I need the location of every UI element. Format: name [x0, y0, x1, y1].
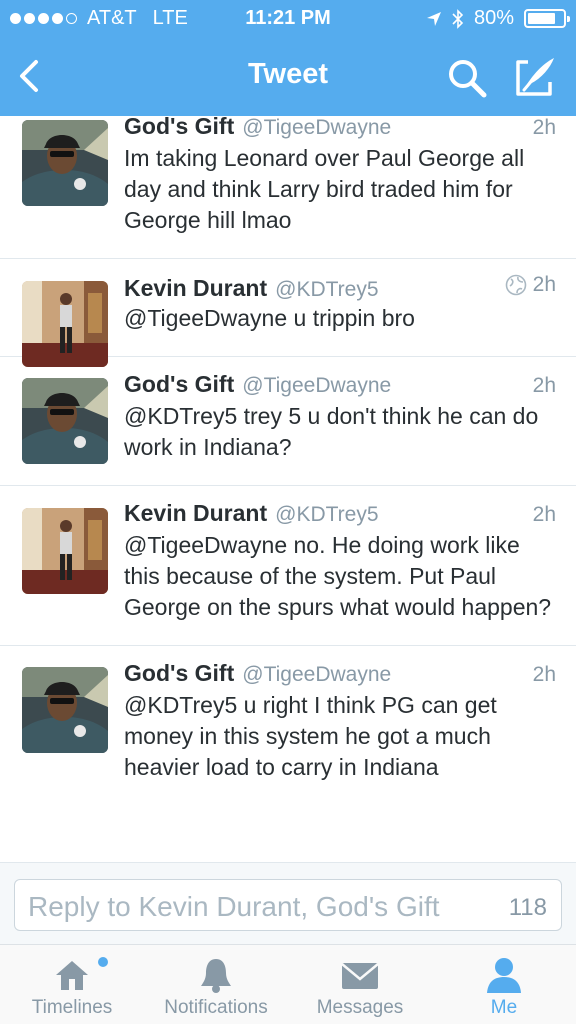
reply-bar: Reply to Kevin Durant, God's Gift 118: [0, 862, 576, 944]
reply-placeholder: Reply to Kevin Durant, God's Gift: [28, 891, 440, 922]
top-bar: AT&T LTE 11:21 PM 80% Tweet: [0, 0, 576, 116]
battery-fill: [528, 13, 556, 24]
bell-icon: [201, 959, 231, 993]
timestamp: 2h: [532, 116, 556, 139]
tab-messages[interactable]: Messages: [288, 945, 432, 1024]
timestamp: 2h: [505, 273, 556, 297]
tweet-text: @KDTrey5 u right I think PG can get mone…: [124, 692, 497, 780]
author-handle[interactable]: @TigeeDwayne: [242, 116, 391, 140]
author-name[interactable]: Kevin Durant: [124, 275, 267, 302]
tweet[interactable]: Kevin Durant @KDTrey5 2h @TigeeDwayne no…: [0, 486, 576, 646]
timestamp: 2h: [532, 374, 556, 397]
status-right: 80%: [426, 7, 570, 30]
author-name[interactable]: Kevin Durant: [124, 500, 267, 527]
tab-label: Messages: [316, 997, 404, 1018]
author-name[interactable]: God's Gift: [124, 371, 234, 398]
author-handle[interactable]: @KDTrey5: [275, 278, 378, 302]
character-count: 118: [508, 894, 547, 921]
nav-bar: Tweet: [0, 44, 576, 110]
tweet-text: Im taking Leonard over Paul George all d…: [124, 145, 525, 233]
battery-percent: 80%: [473, 7, 514, 29]
avatar-kevin-durant[interactable]: [22, 281, 108, 367]
avatar-kevin-durant[interactable]: [22, 508, 108, 594]
avatar-gods-gift[interactable]: [22, 667, 108, 753]
tab-label: Timelines: [31, 997, 113, 1018]
tweet[interactable]: God's Gift @TigeeDwayne 2h @KDTrey5 u ri…: [0, 646, 576, 805]
author-name[interactable]: God's Gift: [124, 660, 234, 687]
home-icon: [56, 961, 88, 990]
search-icon[interactable]: [444, 56, 490, 100]
timestamp: 2h: [532, 503, 556, 526]
author-name[interactable]: God's Gift: [124, 116, 234, 140]
compose-icon[interactable]: [510, 54, 560, 100]
envelope-icon: [341, 963, 379, 989]
conversation-feed[interactable]: God's Gift @TigeeDwayne 2h Im taking Leo…: [0, 116, 576, 862]
tab-label: Me: [490, 997, 518, 1018]
tab-me[interactable]: Me: [432, 945, 576, 1024]
person-icon: [487, 958, 521, 993]
tweet-text: @TigeeDwayne no. He doing work like this…: [124, 532, 552, 620]
tab-timelines[interactable]: Timelines: [0, 945, 144, 1024]
author-handle[interactable]: @KDTrey5: [275, 503, 378, 527]
new-content-badge: [98, 957, 108, 967]
avatar-gods-gift[interactable]: [22, 120, 108, 206]
tweet[interactable]: Kevin Durant @KDTrey5 2h @TigeeDwayne u …: [0, 259, 576, 367]
tweet[interactable]: God's Gift @TigeeDwayne 2h Im taking Leo…: [0, 116, 576, 259]
tweet-text: @KDTrey5 trey 5 u don't think he can do …: [124, 403, 539, 460]
tab-notifications[interactable]: Notifications: [144, 945, 288, 1024]
tab-bar: Timelines Notifications Messages Me: [0, 944, 576, 1024]
tweet-text: @TigeeDwayne u trippin bro: [124, 305, 415, 331]
globe-icon: [505, 274, 526, 296]
tab-label: Notifications: [164, 997, 268, 1018]
battery-icon: [524, 9, 570, 28]
tweet[interactable]: God's Gift @TigeeDwayne 2h @KDTrey5 trey…: [0, 357, 576, 486]
location-arrow-icon: [426, 11, 441, 26]
reply-input[interactable]: Reply to Kevin Durant, God's Gift 118: [14, 879, 562, 931]
author-handle[interactable]: @TigeeDwayne: [242, 374, 391, 398]
bluetooth-icon: [452, 8, 464, 29]
author-handle[interactable]: @TigeeDwayne: [242, 663, 391, 687]
avatar-gods-gift[interactable]: [22, 378, 108, 464]
timestamp: 2h: [532, 663, 556, 686]
tweet-list: God's Gift @TigeeDwayne 2h Im taking Leo…: [0, 116, 576, 805]
status-bar: AT&T LTE 11:21 PM 80%: [0, 0, 576, 38]
